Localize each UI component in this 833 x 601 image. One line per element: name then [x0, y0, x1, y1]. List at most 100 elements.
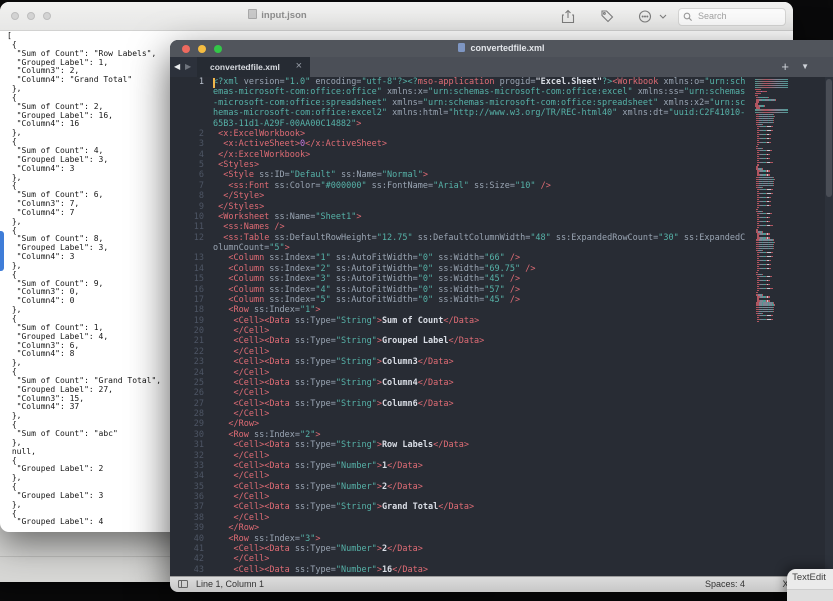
code-line: 35 <Cell><Data ss:Type="Number">2</Data> [170, 482, 825, 492]
line-number: 32 [170, 451, 213, 461]
code-line: 17 <Column ss:Index="5" ss:AutoFitWidth=… [170, 295, 825, 305]
code-line: 33 <Cell><Data ss:Type="Number">1</Data> [170, 461, 825, 471]
tab-label: convertedfile.xml [210, 62, 280, 72]
code-line: 22 </Cell> [170, 347, 825, 357]
line-number: 23 [170, 357, 213, 367]
line-number: 38 [170, 513, 213, 523]
code-line: 43 <Cell><Data ss:Type="Number">16</Data… [170, 565, 825, 575]
code-line: 20 </Cell> [170, 326, 825, 336]
line-number: 1 [170, 77, 213, 87]
code-line: 18 <Row ss:Index="1"> [170, 305, 825, 315]
editor-titlebar: convertedfile.xml [170, 40, 833, 57]
json-document-text[interactable]: [ { "Sum of Count": "Row Labels", "Group… [7, 32, 153, 527]
line-number: 17 [170, 295, 213, 305]
code-line: 39 </Row> [170, 523, 825, 533]
code-line: 16 <Column ss:Index="4" ss:AutoFitWidth=… [170, 285, 825, 295]
code-line: 41 <Cell><Data ss:Type="Number">2</Data> [170, 544, 825, 554]
line-number: 4 [170, 150, 213, 160]
code-line: 26 </Cell> [170, 388, 825, 398]
code-line: 10 <Worksheet ss:Name="Sheet1"> [170, 212, 825, 222]
line-number: 28 [170, 409, 213, 419]
indent-setting[interactable]: Spaces: 4 [705, 579, 745, 589]
share-icon[interactable] [560, 9, 576, 24]
code-line: 1<?xml version="1.0" encoding="utf-8"?><… [170, 77, 825, 129]
code-line: 3 <x:ActiveSheet>0</x:ActiveSheet> [170, 139, 825, 149]
code-line: 29 </Row> [170, 419, 825, 429]
line-number: 14 [170, 264, 213, 274]
code-editor[interactable]: 1<?xml version="1.0" encoding="utf-8"?><… [170, 77, 825, 577]
file-icon [458, 43, 465, 52]
code-line: 30 <Row ss:Index="2"> [170, 430, 825, 440]
text-cursor [213, 78, 215, 88]
line-number: 41 [170, 544, 213, 554]
search-input[interactable] [696, 10, 784, 22]
tab-list-menu-icon[interactable]: ▼ [801, 62, 809, 71]
code-line: 36 </Cell> [170, 492, 825, 502]
close-button[interactable] [11, 12, 19, 20]
code-line: 24 </Cell> [170, 368, 825, 378]
line-number: 3 [170, 139, 213, 149]
line-number: 9 [170, 202, 213, 212]
line-number: 34 [170, 471, 213, 481]
code-line: 11 <ss:Names /> [170, 222, 825, 232]
json-window-toolbar: input.json [0, 2, 793, 31]
code-line: 9 </Styles> [170, 202, 825, 212]
line-number: 22 [170, 347, 213, 357]
code-line: 34 </Cell> [170, 471, 825, 481]
line-number: 31 [170, 440, 213, 450]
line-number: 27 [170, 399, 213, 409]
ellipsis-circle-icon[interactable] [638, 9, 654, 24]
line-number: 19 [170, 316, 213, 326]
scrollbar-track[interactable] [825, 77, 833, 577]
search-field[interactable] [678, 8, 786, 26]
line-number: 11 [170, 222, 213, 232]
line-number: 25 [170, 378, 213, 388]
code-line: 13 <Column ss:Index="1" ss:AutoFitWidth=… [170, 253, 825, 263]
document-layout-icon[interactable] [178, 580, 188, 588]
window-title: input.json [175, 9, 380, 21]
code-line: 2 <x:ExcelWorkbook> [170, 129, 825, 139]
code-line: 12 <ss:Table ss:DefaultRowHeight="12.75"… [170, 233, 825, 254]
line-number: 33 [170, 461, 213, 471]
code-line: 40 <Row ss:Index="3"> [170, 534, 825, 544]
tag-icon[interactable] [599, 9, 615, 24]
code-line: 21 <Cell><Data ss:Type="String">Grouped … [170, 336, 825, 346]
history-nav: ◀ ▶ [170, 57, 197, 77]
forward-button[interactable]: ▶ [185, 62, 191, 72]
line-number: 8 [170, 191, 213, 201]
code-line: 4 </x:ExcelWorkbook> [170, 150, 825, 160]
code-line: 14 <Column ss:Index="2" ss:AutoFitWidth=… [170, 264, 825, 274]
minimize-button[interactable] [27, 12, 35, 20]
line-number: 16 [170, 285, 213, 295]
line-number: 13 [170, 253, 213, 263]
search-icon [683, 12, 693, 22]
line-number: 6 [170, 170, 213, 180]
editor-window: convertedfile.xml ◀ ▶ convertedfile.xml … [170, 40, 833, 592]
minimap[interactable] [755, 79, 789, 327]
code-line: 7 <ss:Font ss:Color="#000000" ss:FontNam… [170, 181, 825, 191]
line-number: 39 [170, 523, 213, 533]
line-number: 24 [170, 368, 213, 378]
code-line: 28 </Cell> [170, 409, 825, 419]
chevron-down-icon[interactable] [658, 9, 668, 24]
line-number: 12 [170, 233, 213, 243]
code-line: 6 <Style ss:ID="Default" ss:Name="Normal… [170, 170, 825, 180]
textedit-title: TextEdit [787, 572, 831, 583]
textedit-window-fragment[interactable]: TextEdit [787, 569, 833, 601]
scrollbar-thumb[interactable] [826, 79, 832, 197]
line-number: 26 [170, 388, 213, 398]
status-bar: Line 1, Column 1 Spaces: 4 XML [170, 576, 833, 592]
tab-convertedfile[interactable]: convertedfile.xml × [197, 57, 310, 77]
line-number: 30 [170, 430, 213, 440]
code-line: 23 <Cell><Data ss:Type="String">Column3<… [170, 357, 825, 367]
tab-bar: ◀ ▶ convertedfile.xml × + ▼ [170, 57, 833, 77]
new-tab-button[interactable]: + [781, 59, 789, 74]
code-line: 27 <Cell><Data ss:Type="String">Column6<… [170, 399, 825, 409]
code-line: 38 </Cell> [170, 513, 825, 523]
zoom-button[interactable] [43, 12, 51, 20]
line-number: 43 [170, 565, 213, 575]
back-button[interactable]: ◀ [174, 62, 180, 72]
close-tab-icon[interactable]: × [296, 60, 302, 72]
line-number: 35 [170, 482, 213, 492]
cursor-position: Line 1, Column 1 [196, 579, 264, 589]
